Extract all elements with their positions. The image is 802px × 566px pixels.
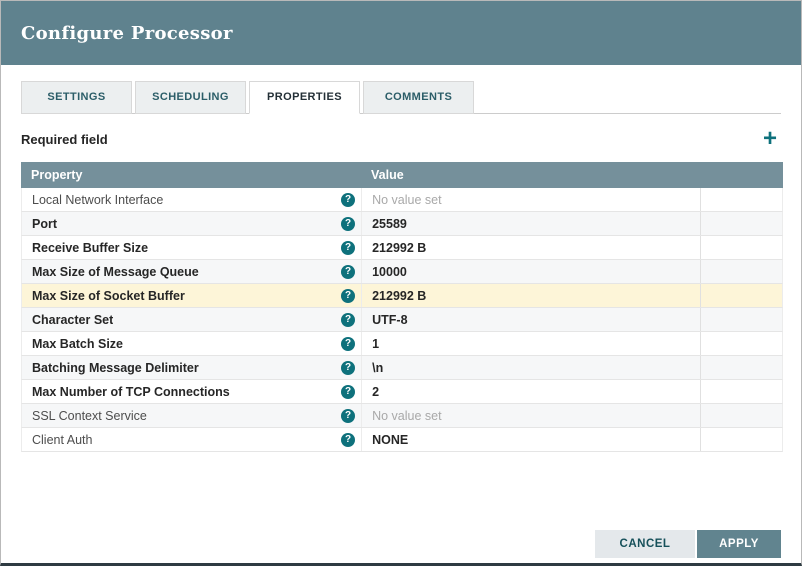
help-icon[interactable]: ? [341,192,356,207]
property-cell: Local Network Interface? [22,188,361,211]
table-row[interactable]: Port? 25589 [21,212,783,236]
properties-toolbar: Required field + [21,124,781,154]
add-property-button[interactable]: + [759,125,781,152]
plus-icon: + [762,125,777,152]
tab-settings[interactable]: SETTINGS [21,81,132,114]
table-row[interactable]: SSL Context Service? No value set [21,404,783,428]
property-value[interactable]: \n [361,356,700,379]
property-name: Client Auth [32,432,93,447]
table-row[interactable]: Max Number of TCP Connections? 2 [21,380,783,404]
property-cell: Client Auth? [22,428,361,451]
help-icon[interactable]: ? [341,288,356,303]
cancel-button[interactable]: CANCEL [595,530,695,558]
help-icon[interactable]: ? [341,216,356,231]
row-actions-cell [700,404,782,427]
property-name: Local Network Interface [32,192,164,207]
property-cell: Max Number of TCP Connections? [22,380,361,403]
property-value[interactable]: 212992 B [361,236,700,259]
tab-properties[interactable]: PROPERTIES [249,81,360,114]
property-value[interactable]: No value set [361,188,700,211]
help-icon[interactable]: ? [341,360,356,375]
table-body: Local Network Interface? No value set Port… [21,188,783,452]
property-cell: Max Batch Size? [22,332,361,355]
property-value[interactable]: No value set [361,404,700,427]
property-name: Max Batch Size [32,336,124,351]
table-row[interactable]: Local Network Interface? No value set [21,188,783,212]
property-name: Max Number of TCP Connections [32,384,230,399]
help-icon[interactable]: ? [341,432,356,447]
required-field-label: Required field [21,131,108,147]
table-row[interactable]: Batching Message Delimiter? \n [21,356,783,380]
configure-processor-dialog: Configure Processor SETTINGS SCHEDULING PR… [0,0,802,566]
row-actions-cell [700,332,782,355]
property-cell: Max Size of Message Queue? [22,260,361,283]
row-actions-cell [700,212,782,235]
property-value[interactable]: 25589 [361,212,700,235]
dialog-body: SETTINGS SCHEDULING PROPERTIES COMMENTS Req… [1,65,801,530]
help-icon[interactable]: ? [341,336,356,351]
property-cell: Character Set? [22,308,361,331]
property-cell: Max Size of Socket Buffer? [22,284,361,307]
property-value[interactable]: NONE [361,428,700,451]
property-name: Character Set [32,312,114,327]
tab-bar: SETTINGS SCHEDULING PROPERTIES COMMENTS [21,81,781,114]
row-actions-cell [700,428,782,451]
table-row[interactable]: Character Set? UTF-8 [21,308,783,332]
property-name: SSL Context Service [32,408,147,423]
property-cell: Port? [22,212,361,235]
help-icon[interactable]: ? [341,264,356,279]
property-value[interactable]: 1 [361,332,700,355]
tab-comments[interactable]: COMMENTS [363,81,474,114]
property-name: Port [32,216,57,231]
tab-scheduling[interactable]: SCHEDULING [135,81,246,114]
property-cell: SSL Context Service? [22,404,361,427]
property-cell: Receive Buffer Size? [22,236,361,259]
properties-table: Property Value Local Network Interface? N… [21,162,783,452]
table-row[interactable]: Max Size of Socket Buffer? 212992 B [21,284,783,308]
dialog-title: Configure Processor [21,22,233,44]
help-icon[interactable]: ? [341,312,356,327]
property-value[interactable]: 212992 B [361,284,700,307]
table-header-row: Property Value [21,162,783,188]
table-row[interactable]: Receive Buffer Size? 212992 B [21,236,783,260]
property-value[interactable]: 2 [361,380,700,403]
table-row[interactable]: Max Size of Message Queue? 10000 [21,260,783,284]
row-actions-cell [700,356,782,379]
row-actions-cell [700,284,782,307]
row-actions-cell [700,380,782,403]
dialog-header: Configure Processor [1,1,801,65]
row-actions-cell [700,260,782,283]
table-row[interactable]: Max Batch Size? 1 [21,332,783,356]
property-name: Batching Message Delimiter [32,360,199,375]
property-name: Max Size of Message Queue [32,264,199,279]
property-value[interactable]: UTF-8 [361,308,700,331]
row-actions-cell [700,236,782,259]
property-value[interactable]: 10000 [361,260,700,283]
help-icon[interactable]: ? [341,240,356,255]
help-icon[interactable]: ? [341,384,356,399]
row-actions-cell [700,188,782,211]
table-row[interactable]: Client Auth? NONE [21,428,783,452]
help-icon[interactable]: ? [341,408,356,423]
property-name: Receive Buffer Size [32,240,149,255]
dialog-footer: CANCEL APPLY [1,530,801,563]
apply-button[interactable]: APPLY [697,530,781,558]
property-cell: Batching Message Delimiter? [22,356,361,379]
row-actions-cell [700,308,782,331]
column-header-value: Value [371,168,404,182]
column-header-property: Property [31,168,83,182]
property-name: Max Size of Socket Buffer [32,288,185,303]
